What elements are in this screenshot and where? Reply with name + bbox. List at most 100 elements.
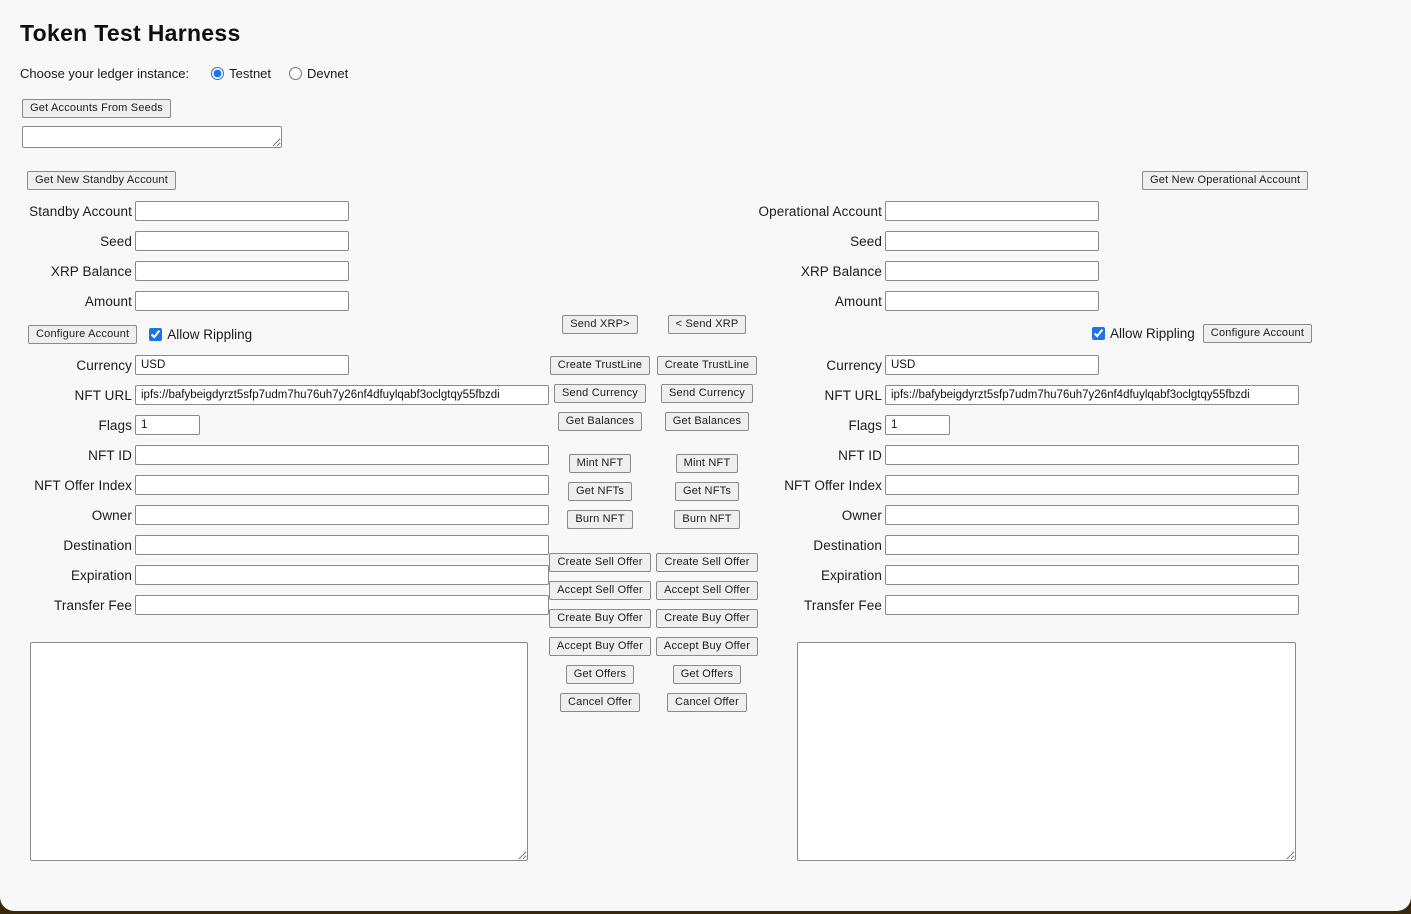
standby-destination-field[interactable] [135, 535, 549, 555]
standby-account-row: Standby Account [2, 201, 349, 221]
operational-nft-offer-index-row: NFT Offer Index [712, 475, 1299, 495]
operational-nft-id-row: NFT ID [712, 445, 1299, 465]
standby-currency-row: Currency [2, 355, 549, 375]
standby-xrp-balance-field[interactable] [135, 261, 349, 281]
operational-currency-field[interactable] [885, 355, 1099, 375]
standby-seed-label: Seed [2, 234, 135, 249]
standby-get-offers-button[interactable]: Get Offers [566, 665, 635, 684]
standby-account-form: Standby Account Seed XRP Balance Amount [2, 201, 349, 321]
operational-destination-row: Destination [712, 535, 1299, 555]
operational-xrp-balance-label: XRP Balance [712, 264, 885, 279]
operational-configure-account-button[interactable]: Configure Account [1203, 324, 1312, 343]
operational-xrp-balance-field[interactable] [885, 261, 1099, 281]
operational-results-textarea[interactable] [797, 642, 1296, 861]
standby-transfer-fee-row: Transfer Fee [2, 595, 549, 615]
standby-send-currency-button[interactable]: Send Currency [554, 384, 646, 403]
operational-flags-field[interactable] [885, 415, 950, 435]
operational-xrp-balance-row: XRP Balance [712, 261, 1099, 281]
standby-accept-sell-offer-button[interactable]: Accept Sell Offer [549, 581, 651, 600]
standby-allow-rippling-checkbox[interactable] [149, 328, 162, 341]
operational-owner-field[interactable] [885, 505, 1299, 525]
standby-amount-row: Amount [2, 291, 349, 311]
standby-nft-id-label: NFT ID [2, 448, 135, 463]
standby-create-trustline-button[interactable]: Create TrustLine [550, 356, 651, 375]
operational-nft-url-field[interactable] [885, 385, 1299, 405]
operational-transfer-fee-field[interactable] [885, 595, 1299, 615]
operational-cancel-offer-button[interactable]: Cancel Offer [667, 693, 747, 712]
standby-owner-field[interactable] [135, 505, 549, 525]
standby-flags-label: Flags [2, 418, 135, 433]
standby-nft-url-row: NFT URL [2, 385, 549, 405]
standby-burn-nft-button[interactable]: Burn NFT [567, 510, 632, 529]
standby-nft-url-field[interactable] [135, 385, 549, 405]
operational-expiration-field[interactable] [885, 565, 1299, 585]
page-title: Token Test Harness [20, 20, 241, 47]
operational-account-label: Operational Account [712, 204, 885, 219]
standby-seed-row: Seed [2, 231, 349, 251]
standby-expiration-label: Expiration [2, 568, 135, 583]
operational-seed-label: Seed [712, 234, 885, 249]
get-new-standby-account-button[interactable]: Get New Standby Account [27, 171, 176, 190]
operational-seed-row: Seed [712, 231, 1099, 251]
standby-cancel-offer-button[interactable]: Cancel Offer [560, 693, 640, 712]
operational-nft-id-label: NFT ID [712, 448, 885, 463]
operational-nft-id-field[interactable] [885, 445, 1299, 465]
standby-transfer-fee-label: Transfer Fee [2, 598, 135, 613]
standby-configure-account-button[interactable]: Configure Account [28, 325, 137, 344]
standby-xrp-balance-row: XRP Balance [2, 261, 349, 281]
devnet-label: Devnet [307, 66, 348, 81]
operational-currency-row: Currency [712, 355, 1299, 375]
operational-seed-field[interactable] [885, 231, 1099, 251]
operational-account-field[interactable] [885, 201, 1099, 221]
standby-account-field[interactable] [135, 201, 349, 221]
operational-accept-buy-offer-button[interactable]: Accept Buy Offer [656, 637, 758, 656]
standby-results-textarea[interactable] [30, 642, 528, 861]
standby-nft-id-row: NFT ID [2, 445, 549, 465]
testnet-radio[interactable] [211, 67, 224, 80]
standby-nft-id-field[interactable] [135, 445, 549, 465]
testnet-option[interactable]: Testnet [211, 66, 271, 81]
standby-configure-row: Configure Account Allow Rippling [28, 324, 252, 344]
standby-nft-url-label: NFT URL [2, 388, 135, 403]
operational-account-form: Operational Account Seed XRP Balance Amo… [712, 201, 1099, 321]
standby-nft-offer-index-label: NFT Offer Index [2, 478, 135, 493]
standby-create-sell-offer-button[interactable]: Create Sell Offer [549, 553, 650, 572]
operational-nft-offer-index-label: NFT Offer Index [712, 478, 885, 493]
ledger-instance-label: Choose your ledger instance: [20, 66, 189, 81]
operational-expiration-label: Expiration [712, 568, 885, 583]
standby-seed-field[interactable] [135, 231, 349, 251]
standby-get-nfts-button[interactable]: Get NFTs [568, 482, 632, 501]
standby-create-buy-offer-button[interactable]: Create Buy Offer [549, 609, 651, 628]
standby-expiration-field[interactable] [135, 565, 549, 585]
devnet-option[interactable]: Devnet [289, 66, 348, 81]
standby-nft-offer-index-field[interactable] [135, 475, 549, 495]
standby-expiration-row: Expiration [2, 565, 549, 585]
standby-actions-column: Send XRP> Create TrustLine Send Currency… [552, 315, 648, 721]
standby-token-form: Currency NFT URL Flags NFT ID NFT Offer … [2, 355, 549, 625]
ledger-instance-chooser: Choose your ledger instance: Testnet Dev… [20, 64, 366, 82]
standby-mint-nft-button[interactable]: Mint NFT [569, 454, 632, 473]
standby-amount-field[interactable] [135, 291, 349, 311]
standby-currency-field[interactable] [135, 355, 349, 375]
standby-transfer-fee-field[interactable] [135, 595, 549, 615]
operational-expiration-row: Expiration [712, 565, 1299, 585]
get-new-operational-account-button[interactable]: Get New Operational Account [1142, 171, 1308, 190]
standby-send-xrp-button[interactable]: Send XRP> [562, 315, 638, 334]
standby-flags-field[interactable] [135, 415, 200, 435]
operational-get-offers-button[interactable]: Get Offers [673, 665, 742, 684]
testnet-label: Testnet [229, 66, 271, 81]
operational-destination-field[interactable] [885, 535, 1299, 555]
standby-accept-buy-offer-button[interactable]: Accept Buy Offer [549, 637, 651, 656]
standby-xrp-balance-label: XRP Balance [2, 264, 135, 279]
seeds-textarea[interactable] [22, 126, 282, 148]
operational-transfer-fee-row: Transfer Fee [712, 595, 1299, 615]
operational-flags-row: Flags [712, 415, 1299, 435]
operational-amount-field[interactable] [885, 291, 1099, 311]
devnet-radio[interactable] [289, 67, 302, 80]
standby-amount-label: Amount [2, 294, 135, 309]
get-accounts-from-seeds-button[interactable]: Get Accounts From Seeds [22, 99, 171, 118]
operational-nft-offer-index-field[interactable] [885, 475, 1299, 495]
operational-allow-rippling-checkbox[interactable] [1092, 327, 1105, 340]
standby-get-balances-button[interactable]: Get Balances [558, 412, 642, 431]
standby-flags-row: Flags [2, 415, 549, 435]
